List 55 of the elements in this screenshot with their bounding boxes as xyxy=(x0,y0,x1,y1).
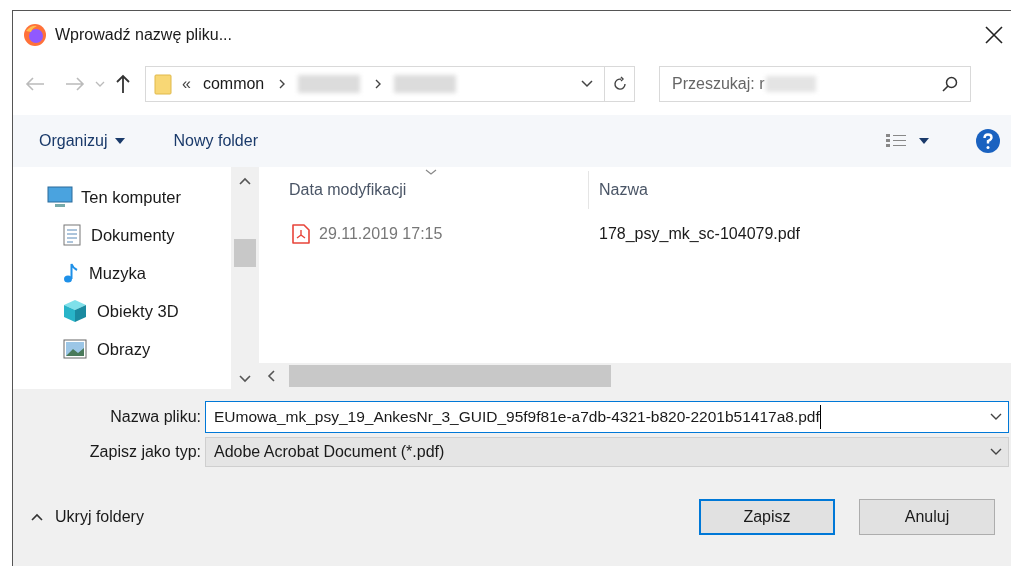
monitor-icon xyxy=(47,186,73,208)
chevron-up-icon xyxy=(31,513,43,521)
chevron-down-icon[interactable] xyxy=(990,413,1002,421)
pdf-file-icon xyxy=(291,223,311,245)
field-label: Nazwa pliku: xyxy=(109,407,202,427)
dialog-button[interactable]: Zapisz xyxy=(699,499,835,535)
window-title: Wprowadź nazwę pliku... xyxy=(55,25,232,45)
sidebar-item[interactable]: Dokumenty xyxy=(91,222,175,248)
hide-folders-button[interactable]: Ukryj foldery xyxy=(31,505,144,529)
overflow-chevron[interactable]: « xyxy=(182,72,191,96)
file-name-field[interactable]: EUmowa_mk_psy_19_AnkesNr_3_GUID_95f9f81e-a7db-4321-b820-2201b51417a8.pdf xyxy=(205,401,1009,433)
close-icon[interactable] xyxy=(985,26,1003,44)
blurred-text xyxy=(766,76,817,92)
table-cell-text: 29.11.2019 17:15 xyxy=(319,224,443,244)
scrollbar-thumb[interactable] xyxy=(289,365,611,387)
sort-chevron-icon xyxy=(425,169,437,176)
column-header[interactable]: Data modyfikacji xyxy=(289,178,407,202)
scroll-up-icon[interactable] xyxy=(239,177,251,185)
file-name-value: EUmowa_mk_psy_19_AnkesNr_3_GUID_95f9f81e-a7db-4321-b820-2201b51417a8.pdf xyxy=(214,405,821,429)
picture-icon xyxy=(63,339,87,359)
browser-logo-icon xyxy=(23,23,47,47)
scrollbar-thumb[interactable] xyxy=(234,239,256,267)
sidebar-item[interactable]: Ten komputer xyxy=(81,184,181,210)
help-icon[interactable] xyxy=(975,128,1001,154)
table-cell[interactable]: 178_psy_mk_sc-104079.pdf xyxy=(589,222,801,246)
search-field[interactable]: Przeszukaj: r xyxy=(659,66,971,102)
chevron-right-icon[interactable] xyxy=(278,79,287,89)
file-type-dropdown[interactable]: Adobe Acrobat Document (*.pdf) xyxy=(205,437,1009,467)
search-placeholder: Przeszukaj: r xyxy=(672,74,765,94)
document-icon xyxy=(63,224,81,246)
scroll-left-icon[interactable] xyxy=(267,370,275,382)
music-note-icon xyxy=(63,262,79,284)
sidebar-item[interactable]: Muzyka xyxy=(89,260,146,286)
dialog-button[interactable]: Anuluj xyxy=(859,499,995,535)
breadcrumb[interactable]: common xyxy=(202,72,265,96)
cube-icon xyxy=(63,299,87,323)
sidebar-item[interactable]: Obrazy xyxy=(97,336,151,362)
caret-down-icon[interactable] xyxy=(919,138,929,144)
folder-icon xyxy=(154,73,172,95)
organize-menu-button[interactable]: Organizuj xyxy=(39,129,126,153)
chevron-right-icon[interactable] xyxy=(374,79,383,89)
caret-down-icon xyxy=(115,138,126,144)
scroll-down-icon[interactable] xyxy=(239,375,251,383)
new-folder-button[interactable]: Nowy folder xyxy=(173,129,258,153)
refresh-icon[interactable] xyxy=(611,76,628,92)
sidebar-item[interactable]: Obiekty 3D xyxy=(97,298,179,324)
file-type-value: Adobe Acrobat Document (*.pdf) xyxy=(214,442,445,462)
column-header[interactable]: Nazwa xyxy=(599,178,648,202)
field-label: Zapisz jako typ: xyxy=(88,442,202,462)
chevron-down-icon[interactable] xyxy=(990,448,1002,456)
chevron-down-icon[interactable] xyxy=(580,79,594,89)
search-icon xyxy=(942,76,958,92)
up-arrow-icon[interactable] xyxy=(115,74,131,94)
address-bar[interactable]: « common xyxy=(145,66,635,102)
view-options-icon[interactable] xyxy=(885,133,907,149)
